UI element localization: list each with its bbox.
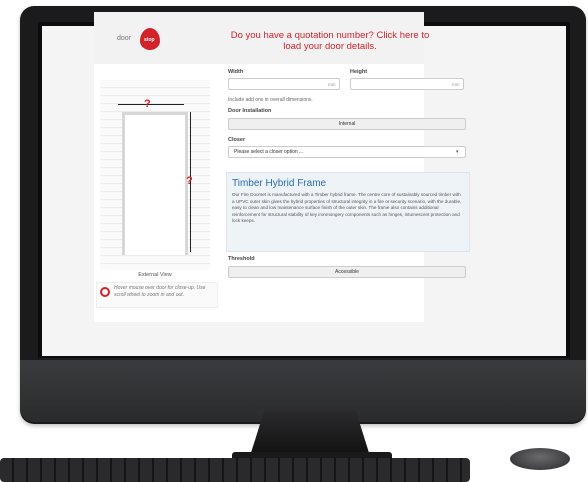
threshold-option-button[interactable]: Accessible [228,266,466,278]
height-input[interactable] [350,78,464,90]
height-label: Height [350,69,368,75]
closer-label: Closer [228,137,246,143]
zoom-hint-text: Hover mouse over door for close-up. Use … [114,285,206,298]
width-dimension-arrow [118,104,184,105]
installation-label: Door Installation [228,108,272,114]
frame-info-text: Our Fire Doorset is manufactured with a … [232,192,462,224]
logo-badge-text: stop [144,37,155,43]
width-label: Width [228,69,244,75]
height-marker: ? [186,175,193,187]
monitor-stand [250,410,370,456]
closer-select[interactable]: Please select a closer option ... [228,146,466,158]
door-opening [122,112,188,255]
mouse [510,448,570,470]
frame-info-title: Timber Hybrid Frame [232,178,327,189]
width-input[interactable] [228,78,340,90]
threshold-label: Threshold [228,256,255,262]
external-view-caption: External View [138,272,172,278]
width-unit: mm [328,82,336,87]
magnifier-icon [100,287,110,297]
installation-option-button[interactable]: Internal [228,118,466,130]
height-unit: mm [452,82,460,87]
load-quotation-link[interactable]: Do you have a quotation number? Click he… [230,30,430,52]
logo-text: door [117,35,132,42]
addons-note: Include add ons in overall dimensions. [228,97,313,103]
chevron-down-icon[interactable]: ▾ [456,149,459,155]
width-marker: ? [144,98,151,110]
keyboard [0,458,470,482]
